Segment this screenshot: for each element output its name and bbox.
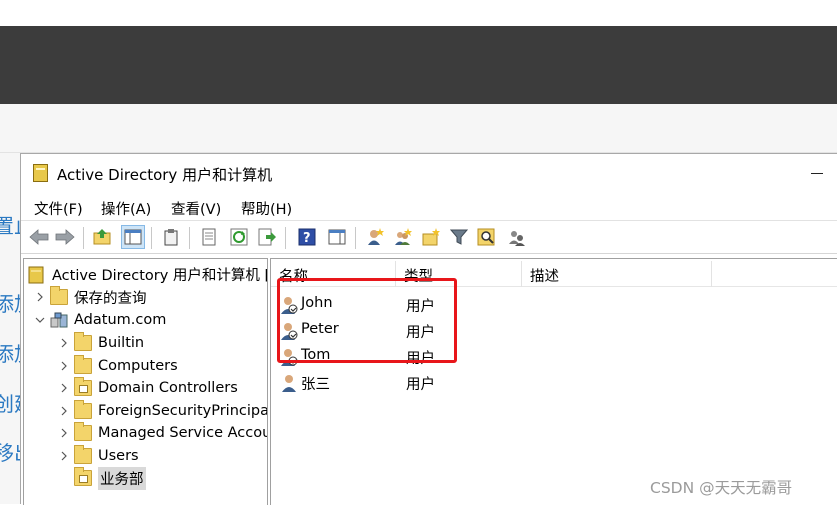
background-link-fragment[interactable]: 添加 — [0, 338, 20, 367]
ad-root-icon — [28, 266, 46, 284]
background-link-fragment[interactable]: 添加 — [0, 288, 20, 317]
list-row[interactable]: 张三 用户 — [271, 369, 837, 395]
chevron-down-icon[interactable] — [34, 316, 46, 324]
top-bar — [0, 0, 837, 104]
find-icon[interactable] — [475, 225, 499, 249]
tree-item-label: Managed Service Accou — [98, 425, 268, 441]
menu-action[interactable]: 操作(A) — [101, 198, 151, 219]
tree-root[interactable]: Active Directory 用户和计算机 [ — [28, 263, 268, 285]
chevron-right-icon[interactable] — [58, 406, 70, 416]
chevron-right-icon[interactable] — [58, 361, 70, 371]
clipboard-icon[interactable] — [159, 225, 183, 249]
chevron-right-icon[interactable] — [58, 383, 70, 393]
ou-folder-icon — [74, 377, 92, 396]
tree-item-label: Computers — [98, 358, 178, 374]
delegate-icon[interactable] — [505, 225, 529, 249]
user-type: 用户 — [406, 377, 435, 393]
ad-app-icon — [33, 164, 48, 182]
minimize-button[interactable] — [803, 162, 833, 186]
menu-help[interactable]: 帮助(H) — [241, 198, 292, 219]
new-ou-icon[interactable] — [419, 225, 443, 249]
column-header-description[interactable]: 描述 — [530, 265, 559, 286]
new-group-icon[interactable] — [391, 225, 415, 249]
chevron-right-icon[interactable] — [34, 292, 46, 302]
tree-item-label: 保存的查询 — [74, 290, 147, 307]
background-link-fragment[interactable]: 创建 — [0, 388, 20, 417]
tree-item-label: Domain Controllers — [98, 380, 238, 396]
up-folder-icon[interactable] — [91, 225, 115, 249]
forward-arrow-icon[interactable] — [53, 225, 77, 249]
tree-item-domain-controllers[interactable]: Domain Controllers — [58, 377, 238, 399]
column-divider[interactable] — [521, 261, 522, 287]
svg-text:?: ? — [303, 231, 311, 246]
tree-item-business-dept[interactable]: 业务部 — [74, 466, 146, 490]
tree-item-builtin[interactable]: Builtin — [58, 332, 144, 354]
background-link-fragment[interactable]: 移出 — [0, 437, 20, 466]
folder-icon — [74, 332, 92, 351]
menu-bar: 文件(F) 操作(A) 查看(V) 帮助(H) — [21, 194, 837, 218]
watermark: CSDN @天天无霸哥 — [650, 479, 793, 497]
refresh-icon[interactable] — [227, 225, 251, 249]
action-pane-icon[interactable] — [325, 225, 349, 249]
console-tree: Active Directory 用户和计算机 [ 保存的查询 Adatum.c… — [23, 258, 268, 505]
top-white-strip — [0, 0, 837, 26]
dark-header — [0, 26, 837, 104]
tree-item-users[interactable]: Users — [58, 445, 139, 467]
tree-item-label: Users — [98, 448, 139, 464]
chevron-right-icon[interactable] — [58, 338, 70, 348]
properties-icon[interactable] — [197, 225, 221, 249]
tree-item-label: Adatum.com — [74, 312, 167, 328]
chevron-right-icon[interactable] — [58, 428, 70, 438]
window-title: Active Directory 用户和计算机 — [57, 166, 273, 184]
folder-icon — [74, 422, 92, 441]
tree-item-label: ForeignSecurityPrincipal — [98, 403, 268, 419]
title-bar: Active Directory 用户和计算机 — [21, 154, 837, 192]
background-link-fragment[interactable]: 置止 — [0, 210, 20, 239]
folder-icon — [50, 286, 68, 305]
menu-view[interactable]: 查看(V) — [171, 198, 221, 219]
folder-icon — [74, 355, 92, 374]
tree-item-managed-service-accounts[interactable]: Managed Service Accou — [58, 422, 268, 444]
toolbar: ? — [21, 220, 837, 254]
show-hide-tree-icon[interactable] — [121, 225, 145, 249]
folder-icon — [74, 400, 92, 419]
tree-item-foreign-security-principals[interactable]: ForeignSecurityPrincipal — [58, 400, 268, 422]
tree-root-label: Active Directory 用户和计算机 [ — [52, 267, 268, 284]
chevron-right-icon[interactable] — [58, 451, 70, 461]
domain-icon — [50, 312, 68, 328]
back-arrow-icon[interactable] — [27, 225, 51, 249]
folder-icon — [74, 445, 92, 464]
tree-item-label: 业务部 — [98, 466, 146, 490]
menu-file[interactable]: 文件(F) — [34, 198, 83, 219]
tree-item-domain[interactable]: Adatum.com — [34, 309, 166, 331]
tree-item-saved-queries[interactable]: 保存的查询 — [34, 286, 147, 308]
red-highlight-annotation — [277, 278, 457, 363]
column-divider[interactable] — [711, 261, 712, 287]
user-icon — [279, 373, 299, 393]
new-user-icon[interactable] — [363, 225, 387, 249]
export-list-icon[interactable] — [255, 225, 279, 249]
user-name: 张三 — [301, 377, 330, 393]
help-icon[interactable]: ? — [295, 225, 319, 249]
tree-item-computers[interactable]: Computers — [58, 355, 178, 377]
ou-folder-icon — [74, 467, 92, 486]
filter-icon[interactable] — [447, 225, 471, 249]
tree-item-label: Builtin — [98, 335, 145, 351]
